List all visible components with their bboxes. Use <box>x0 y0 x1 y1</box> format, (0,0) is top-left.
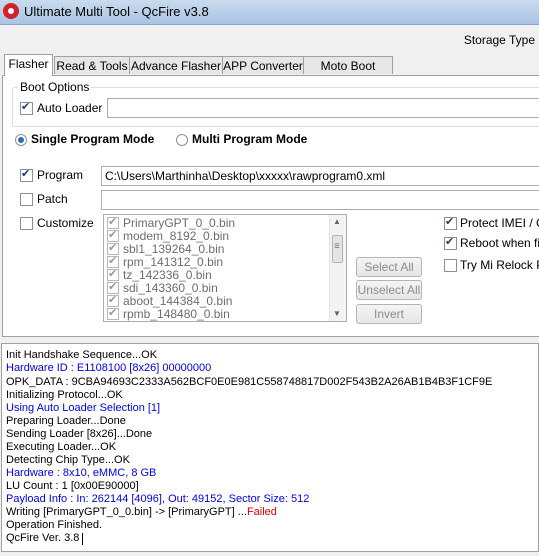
tab-read-tools[interactable]: Read & Tools <box>54 56 130 74</box>
log-line: Sending Loader [8x26]...Done <box>6 428 153 440</box>
auto-loader-checkbox[interactable] <box>20 100 33 115</box>
log-line: Payload Info : In: 262144 [4096], Out: 4… <box>6 493 310 505</box>
program-label: Program <box>37 168 84 182</box>
scroll-down-arrow-icon[interactable]: ▼ <box>333 309 341 318</box>
patch-label: Patch <box>37 192 68 206</box>
protect-imei-label: Protect IMEI / Ca <box>460 216 539 230</box>
log-line: LU Count : 1 [0x00E90000] <box>6 480 139 492</box>
log-line: Executing Loader...OK <box>6 441 117 453</box>
select-all-button[interactable]: Select All <box>356 257 422 277</box>
log-line: Hardware ID : E1108100 [8x26] 00000000 <box>6 362 212 374</box>
auto-loader-field[interactable] <box>107 98 539 118</box>
log-line: OPK_DATA : 9CBA94693C2333A562BCF0E0E981C… <box>6 376 493 388</box>
unselect-all-button[interactable]: Unselect All <box>356 280 422 300</box>
log-line-write: Writing [PrimaryGPT_0_0.bin] -> [Primary… <box>6 506 277 519</box>
scrollbar-thumb[interactable] <box>332 235 343 263</box>
text-caret <box>82 533 83 545</box>
log-output[interactable]: Init Handshake Sequence...OK Hardware ID… <box>1 343 539 552</box>
multi-program-mode-radio[interactable] <box>176 134 188 146</box>
scroll-up-arrow-icon[interactable]: ▲ <box>333 217 341 226</box>
invert-button[interactable]: Invert <box>356 304 422 324</box>
log-line: QcFire Ver. 3.8 <box>6 532 80 544</box>
partition-list[interactable]: PrimaryGPT_0_0.bin modem_8192_0.bin sbl1… <box>103 214 347 322</box>
patch-checkbox[interactable] <box>20 193 33 206</box>
log-line: Operation Finished. <box>6 519 102 531</box>
single-program-mode-radio[interactable] <box>15 134 27 146</box>
window-title: Ultimate Multi Tool - QcFire v3.8 <box>24 4 209 19</box>
log-line: Detecting Chip Type...OK <box>6 454 130 466</box>
try-mi-relock-label: Try Mi Relock Pa <box>460 258 539 272</box>
reboot-when-finished-label: Reboot when fini <box>460 236 539 250</box>
tab-app-converter[interactable]: APP Converter <box>222 56 304 74</box>
tab-moto-boot-repair[interactable]: Moto Boot Repair <box>303 56 393 91</box>
auto-loader-label: Auto Loader <box>37 101 103 115</box>
log-line: Preparing Loader...Done <box>6 415 126 427</box>
log-line: Hardware : 8x10, eMMC, 8 GB <box>6 467 157 479</box>
partition-checkbox[interactable] <box>107 306 119 320</box>
title-bar[interactable]: Ultimate Multi Tool - QcFire v3.8 <box>0 0 539 25</box>
log-write-text: Writing [PrimaryGPT_0_0.bin] -> [Primary… <box>6 506 247 518</box>
boot-options-legend: Boot Options <box>18 80 92 94</box>
patch-path-field[interactable] <box>101 190 539 210</box>
partition-list-scrollbar[interactable]: ▲ ▼ <box>329 215 346 321</box>
log-failed-status: Failed <box>246 506 277 518</box>
log-line: Initializing Protocol...OK <box>6 389 123 401</box>
try-mi-relock-checkbox[interactable] <box>444 259 457 272</box>
multi-program-mode-label: Multi Program Mode <box>192 132 308 146</box>
single-program-mode-label: Single Program Mode <box>31 132 155 146</box>
reboot-when-finished-checkbox[interactable] <box>444 235 457 250</box>
program-checkbox[interactable] <box>20 167 33 182</box>
app-logo-icon <box>3 3 19 19</box>
customize-label: Customize <box>37 216 94 230</box>
log-line: Init Handshake Sequence...OK <box>6 349 158 361</box>
customize-checkbox[interactable] <box>20 217 33 230</box>
protect-imei-checkbox[interactable] <box>444 215 457 230</box>
tab-advance-flasher[interactable]: Advance Flasher <box>129 56 223 74</box>
log-line: Using Auto Loader Selection [1] <box>6 402 161 414</box>
program-path-field[interactable]: C:\Users\Marthinha\Desktop\xxxxx\rawprog… <box>101 166 539 186</box>
tab-flasher[interactable]: Flasher <box>4 54 53 76</box>
storage-type-label: Storage Type <box>463 33 535 47</box>
